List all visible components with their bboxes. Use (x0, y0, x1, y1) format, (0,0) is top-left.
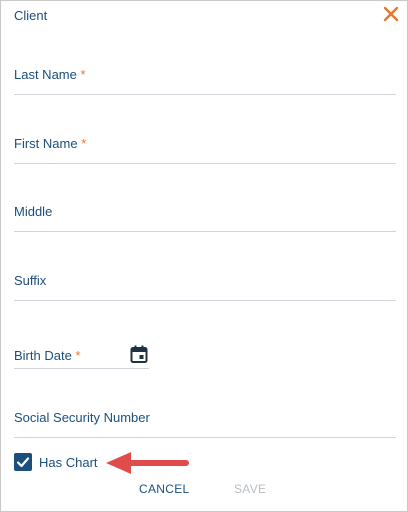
required-marker: * (81, 136, 87, 151)
middle-name-field[interactable]: Middle (14, 194, 396, 232)
last-name-field[interactable]: Last Name * (14, 56, 396, 95)
required-marker: * (75, 348, 81, 363)
suffix-label: Suffix (14, 273, 47, 288)
checkmark-icon (16, 457, 30, 468)
red-arrow-icon (104, 449, 190, 477)
middle-label: Middle (14, 204, 53, 219)
client-dialog: Client Last Name * First Name * Middle S… (0, 0, 408, 512)
birth-date-label: Birth Date * (14, 348, 81, 363)
suffix-field[interactable]: Suffix (14, 262, 396, 301)
has-chart-checkbox[interactable] (14, 453, 32, 471)
last-name-label: Last Name * (14, 67, 86, 82)
save-button[interactable]: SAVE (234, 482, 266, 496)
first-name-field[interactable]: First Name * (14, 125, 396, 164)
dialog-title: Client (14, 8, 48, 23)
close-icon[interactable] (381, 4, 401, 24)
calendar-icon[interactable] (129, 344, 149, 364)
ssn-field[interactable]: Social Security Number (14, 399, 396, 438)
cancel-button[interactable]: CANCEL (139, 482, 189, 496)
required-marker: * (80, 67, 86, 82)
first-name-label: First Name * (14, 136, 87, 151)
ssn-label: Social Security Number (14, 410, 150, 425)
birth-date-field[interactable]: Birth Date * (14, 338, 149, 369)
has-chart-label: Has Chart (39, 455, 98, 470)
